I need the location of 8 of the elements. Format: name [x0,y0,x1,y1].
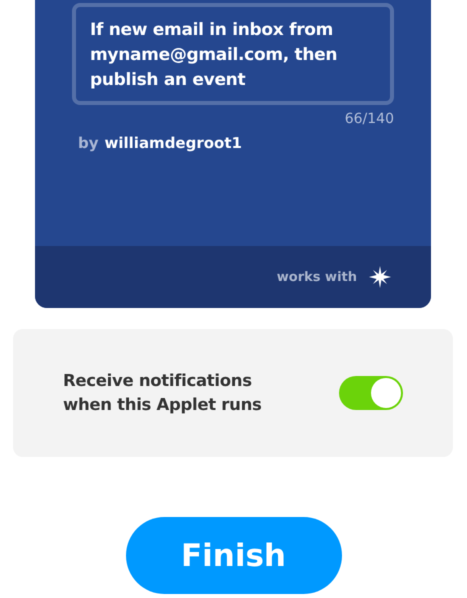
sparkle-icon [369,266,391,288]
author-name: williamdegroot1 [104,133,242,154]
author-prefix: by [78,133,99,154]
works-with-label: works with [276,270,357,284]
notification-label: Receive notifications when this Applet runs [63,370,263,416]
character-counter: 66/140 [344,110,394,128]
notification-toggle[interactable] [339,376,403,410]
description-field[interactable]: If new email in inbox from myname@gmail.com, then publish an event [72,3,394,105]
